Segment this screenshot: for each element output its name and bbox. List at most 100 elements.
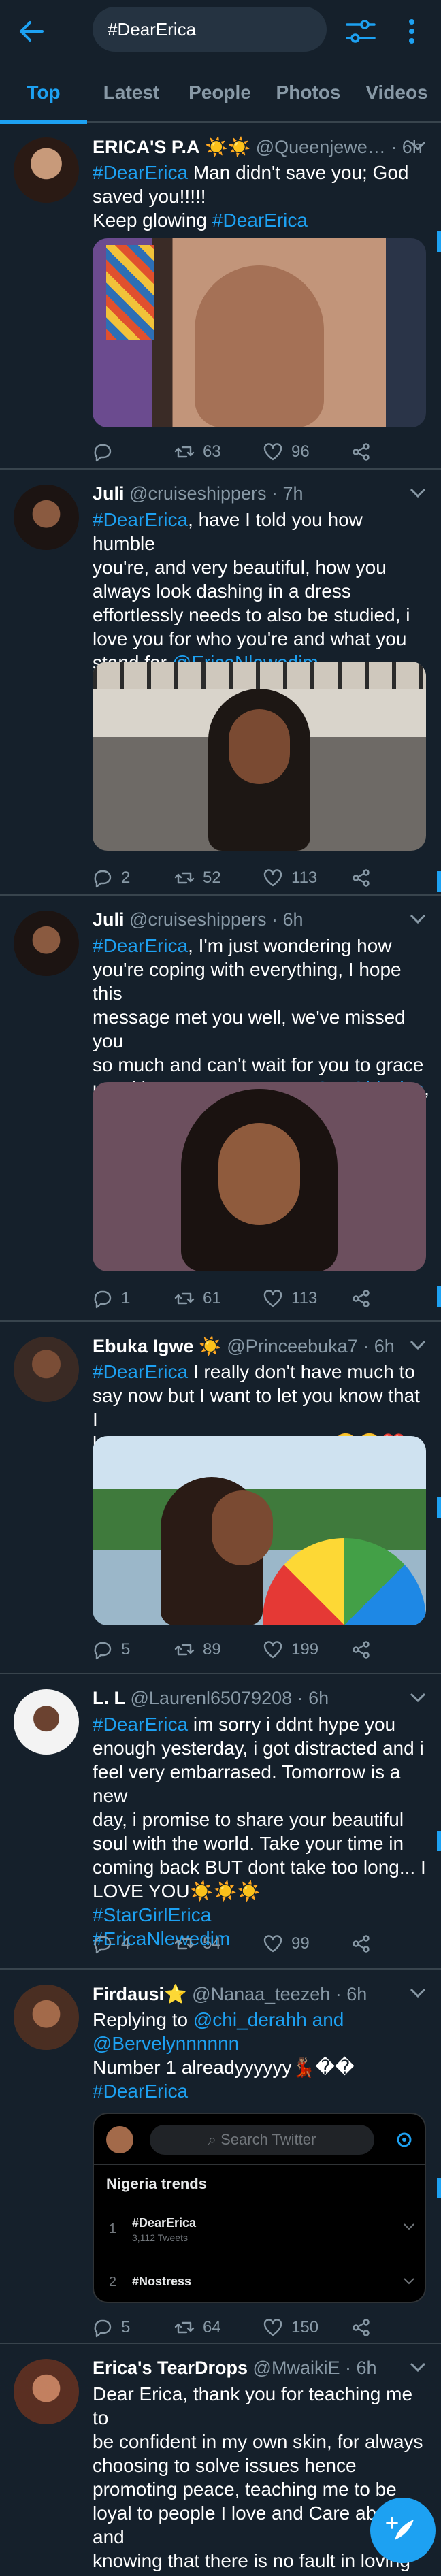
- tweet-text-segment: love you for who you're and what you: [93, 628, 407, 649]
- retweet-button[interactable]: 89: [174, 1636, 221, 1663]
- tweet-text-line: #DearErica, have I told you how humble: [93, 508, 430, 555]
- avatar[interactable]: [14, 485, 79, 550]
- tweet-text-segment: feel very embarrased. Tomorrow is a new: [93, 1761, 401, 1806]
- reply-button[interactable]: 1: [93, 1285, 130, 1312]
- tweet-text-line: coming back BUT dont take too long... I: [93, 1855, 430, 1879]
- tweet-link[interactable]: #DearErica: [93, 509, 188, 530]
- chevron-down-icon[interactable]: [408, 1691, 427, 1704]
- tweet[interactable]: Ebuka Igwe ☀️ @Princeebuka7 · 6h #DearEr…: [0, 1323, 441, 1674]
- chevron-down-icon[interactable]: [408, 2360, 427, 2374]
- tweet-image[interactable]: [93, 1082, 426, 1271]
- like-button[interactable]: 113: [263, 864, 317, 892]
- like-button[interactable]: 99: [263, 1930, 310, 1957]
- share-button[interactable]: [351, 2314, 380, 2341]
- share-button[interactable]: [351, 438, 380, 466]
- tweet-link[interactable]: #DearErica: [93, 162, 188, 183]
- reply-button[interactable]: 2: [93, 864, 130, 892]
- tweet-image[interactable]: [93, 662, 426, 851]
- reply-button[interactable]: 5: [93, 2314, 130, 2341]
- tab-top[interactable]: Top: [0, 63, 87, 123]
- tweet-link[interactable]: @Bervelynnnnnn: [93, 2033, 239, 2054]
- tweet-link[interactable]: #DearErica: [93, 935, 188, 956]
- share-button[interactable]: [351, 1930, 380, 1957]
- tweet-link[interactable]: @chi_derahh and: [193, 2009, 344, 2030]
- retweet-button[interactable]: 64: [174, 2314, 221, 2341]
- reply-button[interactable]: [93, 438, 121, 466]
- tweet-link[interactable]: #DearErica: [93, 2081, 188, 2102]
- like-button[interactable]: 199: [263, 1636, 318, 1663]
- like-button[interactable]: 96: [263, 438, 310, 466]
- tweet-text-segment: you're, and very beautiful, how you: [93, 557, 387, 578]
- trends-card-image[interactable]: ⌕ Search Twitter Nigeria trends 1 #DearE…: [93, 2113, 426, 2303]
- avatar[interactable]: [14, 1337, 79, 1402]
- tweet-text-line: choosing to solve issues hence: [93, 2453, 430, 2477]
- tweet-header: Juli @cruiseshippers · 6h: [93, 909, 304, 930]
- reply-button[interactable]: 4: [93, 1930, 130, 1957]
- avatar[interactable]: [14, 1689, 79, 1755]
- tweet-link[interactable]: #DearErica: [212, 210, 308, 231]
- chevron-down-icon[interactable]: [408, 912, 427, 926]
- avatar[interactable]: [14, 911, 79, 976]
- retweet-button[interactable]: 54: [174, 1930, 221, 1957]
- tweet-text-line: love you for who you're and what you: [93, 627, 430, 651]
- retweet-button[interactable]: 52: [174, 864, 221, 892]
- like-button[interactable]: 113: [263, 1285, 317, 1312]
- tweet[interactable]: ERICA'S P.A ☀️☀️ @Queenjewe… · 6h #DearE…: [0, 124, 441, 470]
- search-filter-icon[interactable]: [343, 14, 378, 49]
- tweet-image[interactable]: [93, 1436, 426, 1625]
- reply-count: 2: [121, 868, 131, 887]
- tweet-actions: 4 54 99: [93, 1930, 426, 1957]
- share-button[interactable]: [351, 1636, 380, 1663]
- avatar[interactable]: [14, 1985, 79, 2050]
- tweet-text-line: #DearErica I really don't have much to: [93, 1360, 430, 1384]
- search-input[interactable]: #DearErica: [93, 7, 327, 52]
- trend-rank: 1: [109, 2221, 117, 2236]
- tweet-header: Erica's TearDrops @MwaikiE · 6h: [93, 2358, 377, 2378]
- chevron-down-icon[interactable]: [408, 486, 427, 500]
- reply-count: 5: [121, 1640, 131, 1659]
- reply-button[interactable]: 5: [93, 1636, 130, 1663]
- tweet-image[interactable]: [93, 238, 426, 427]
- tweet-text-line: #StarGirlErica: [93, 1903, 430, 1927]
- like-icon: [263, 1290, 282, 1307]
- tweet-link[interactable]: #DearErica: [93, 1361, 188, 1382]
- retweet-button[interactable]: 63: [174, 438, 221, 466]
- tweet-link[interactable]: #StarGirlErica: [93, 1904, 211, 1925]
- retweet-count: 54: [203, 1934, 221, 1953]
- like-icon: [263, 869, 282, 887]
- tab-photos[interactable]: Photos: [264, 63, 353, 123]
- compose-tweet-button[interactable]: [370, 2498, 436, 2563]
- share-button[interactable]: [351, 1285, 380, 1312]
- retweet-count: 89: [203, 1640, 221, 1659]
- trend-count: 3,112 Tweets: [132, 2232, 188, 2243]
- tab-latest[interactable]: Latest: [87, 63, 176, 123]
- share-button[interactable]: [351, 864, 380, 892]
- tab-videos[interactable]: Videos: [353, 63, 441, 123]
- more-options-icon[interactable]: [402, 14, 422, 49]
- like-button[interactable]: 150: [263, 2314, 318, 2341]
- tweet[interactable]: L. L @Laurenl65079208 · 6h #DearErica im…: [0, 1676, 441, 1970]
- share-icon: [353, 443, 370, 461]
- chevron-down-icon[interactable]: [408, 139, 427, 152]
- retweet-count: 64: [203, 2318, 221, 2336]
- tweet-text-line: enough yesterday, i got distracted and i: [93, 1736, 430, 1760]
- tab-people[interactable]: People: [176, 63, 264, 123]
- tweet-text-segment: so much and can't wait for you to grace: [93, 1054, 424, 1075]
- avatar[interactable]: [14, 137, 79, 203]
- tweet-text-line: you're, and very beautiful, how you: [93, 555, 430, 579]
- tweet-link[interactable]: #DearErica: [93, 1714, 188, 1735]
- reply-count: 5: [121, 2318, 131, 2336]
- tweet[interactable]: Juli @cruiseshippers · 7h #DearErica, ha…: [0, 471, 441, 896]
- tweet-header: Juli @cruiseshippers · 7h: [93, 483, 304, 504]
- tweet-header: Ebuka Igwe ☀️ @Princeebuka7 · 6h: [93, 1336, 395, 1356]
- chevron-down-icon[interactable]: [408, 1986, 427, 2000]
- chevron-down-icon[interactable]: [408, 1338, 427, 1352]
- back-arrow-icon[interactable]: [15, 15, 48, 48]
- retweet-count: 52: [203, 868, 221, 887]
- avatar[interactable]: [14, 2359, 79, 2424]
- tweet[interactable]: Juli @cruiseshippers · 6h #DearErica, I'…: [0, 897, 441, 1322]
- tweet[interactable]: Firdausi⭐ @Nanaa_teezeh · 6h Replying to…: [0, 1971, 441, 2344]
- retweet-button[interactable]: 61: [174, 1285, 221, 1312]
- tweet-text-line: saved you!!!!!: [93, 184, 430, 208]
- scrollbar-mark: [437, 871, 441, 892]
